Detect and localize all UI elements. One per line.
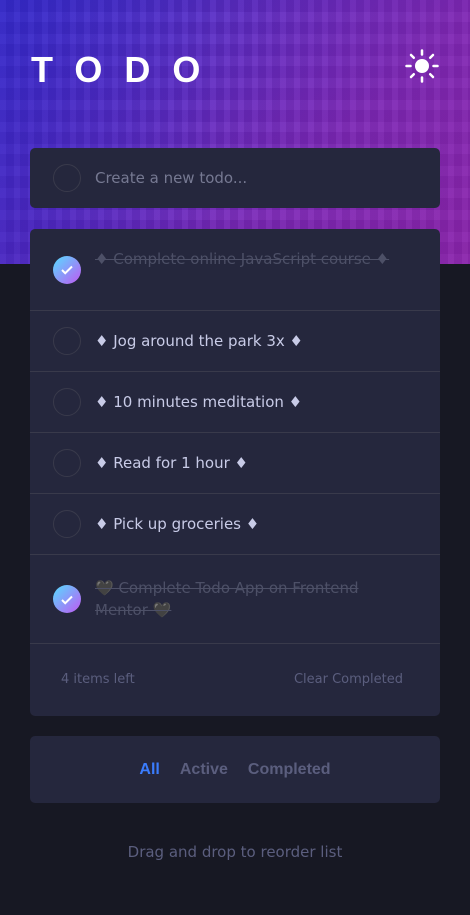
check-icon xyxy=(61,590,73,609)
todo-text: 🖤 Complete Todo App on Frontend Mentor 🖤 xyxy=(95,579,359,619)
todo-checkbox[interactable] xyxy=(53,449,81,477)
todo-checkbox[interactable] xyxy=(53,510,81,538)
todo-item[interactable]: ♦ Jog around the park 3x ♦ xyxy=(30,311,440,372)
todo-list-footer: 4 items left Clear Completed xyxy=(30,643,440,716)
todo-item[interactable]: 🖤 Complete Todo App on Frontend Mentor 🖤 xyxy=(30,555,440,644)
todo-text: ♦ 10 minutes meditation ♦ xyxy=(95,393,303,411)
new-todo-form xyxy=(30,148,440,208)
todo-text: ♦ Complete online JavaScript course ♦ xyxy=(95,250,390,268)
todo-text: ♦ Pick up groceries ♦ xyxy=(95,515,260,533)
todo-text: ♦ Jog around the park 3x ♦ xyxy=(95,332,303,350)
todo-item[interactable]: ♦ Complete online JavaScript course ♦ xyxy=(30,229,440,311)
todo-checkbox[interactable] xyxy=(53,327,81,355)
clear-completed-button[interactable]: Clear Completed xyxy=(294,672,403,687)
sun-icon xyxy=(405,49,439,87)
filter-bar: All Active Completed xyxy=(30,736,440,803)
header-background-image xyxy=(0,0,470,264)
filter-completed-button[interactable]: Completed xyxy=(248,761,331,779)
items-left-count: 4 items left xyxy=(61,672,135,687)
todo-text: ♦ Read for 1 hour ♦ xyxy=(95,454,248,472)
todo-checkbox[interactable] xyxy=(53,388,81,416)
filter-active-button[interactable]: Active xyxy=(180,761,228,779)
filter-all-button[interactable]: All xyxy=(139,761,159,779)
app-title: TODO xyxy=(31,49,223,90)
drag-drop-hint: Drag and drop to reorder list xyxy=(127,843,343,861)
todo-checkbox[interactable] xyxy=(53,255,81,284)
todo-item[interactable]: ♦ 10 minutes meditation ♦ xyxy=(30,372,440,433)
check-icon xyxy=(61,260,73,279)
todo-item[interactable]: ♦ Read for 1 hour ♦ xyxy=(30,433,440,494)
todo-item[interactable]: ♦ Pick up groceries ♦ xyxy=(30,494,440,555)
todo-list: ♦ Complete online JavaScript course ♦ ♦ … xyxy=(30,229,440,716)
new-todo-check-circle[interactable] xyxy=(53,164,81,192)
todo-checkbox[interactable] xyxy=(53,585,81,613)
new-todo-input[interactable] xyxy=(95,169,415,187)
theme-toggle-button[interactable] xyxy=(404,49,440,87)
